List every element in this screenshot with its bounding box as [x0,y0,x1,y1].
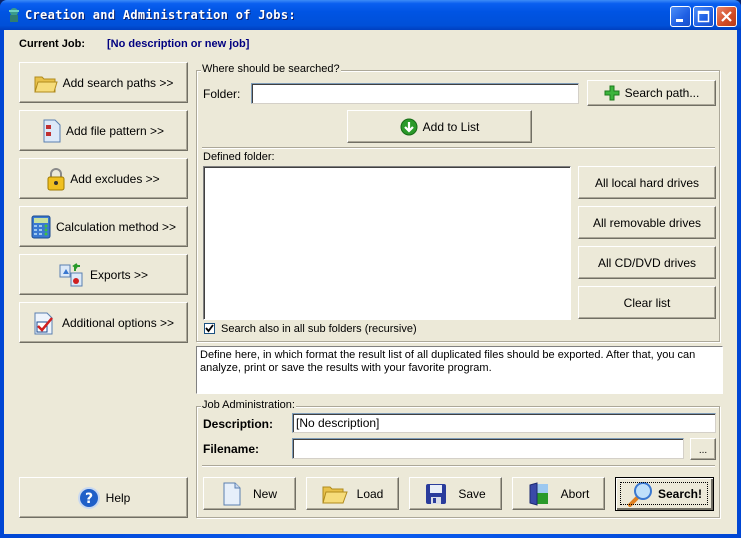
close-icon [721,11,732,22]
app-icon [9,8,19,22]
sidebar-item-label: Add file pattern >> [65,123,165,138]
folder-label: Folder: [203,87,241,101]
defined-folder-list[interactable] [203,166,571,320]
abort-button[interactable]: Abort [512,477,605,510]
lock-icon [47,167,65,190]
sidebar-item-add-search-paths[interactable]: Add search paths >> [19,62,188,103]
calculator-icon [31,215,51,238]
help-label: Help [105,490,131,505]
new-label: New [252,486,277,501]
all-cd-dvd-drives-button[interactable]: All CD/DVD drives [578,246,716,279]
filename-input[interactable] [292,438,684,459]
sidebar-item-add-file-pattern[interactable]: Add file pattern >> [19,110,188,151]
separator [202,147,715,149]
sidebar-item-add-excludes[interactable]: Add excludes >> [19,158,188,199]
file-pattern-icon [43,119,61,142]
job-admin-legend: Job Administration: [201,399,296,411]
sidebar-item-label: Additional options >> [61,315,175,330]
new-button[interactable]: New [203,477,296,510]
button-label: All local hard drives [594,175,700,190]
abort-label: Abort [560,486,590,501]
sidebar-item-additional-options[interactable]: Additional options >> [19,302,188,343]
recursive-checkbox-label: Search also in all sub folders (recursiv… [221,323,417,335]
help-button[interactable]: ? Help [19,477,188,518]
folder-input[interactable] [251,83,579,104]
current-job-value: [No description or new job] [107,38,250,50]
load-button[interactable]: Load [306,477,399,510]
checkmark-icon [205,324,214,333]
save-button[interactable]: Save [409,477,502,510]
add-to-list-button[interactable]: Add to List [347,110,532,143]
folder-open-icon [321,486,348,503]
arrow-down-circle-icon [400,118,418,135]
folder-icon [33,76,58,92]
search-path-label: Search path... [624,86,700,100]
floppy-disk-icon [426,483,447,504]
svg-text:?: ? [85,491,93,507]
export-icon [59,262,83,286]
maximize-icon [697,10,710,23]
save-label: Save [458,486,486,501]
new-file-icon [223,482,241,505]
current-job-label: Current Job: [19,38,85,50]
info-text: Define here, in which format the result … [196,346,723,394]
magnifier-icon [627,482,652,507]
load-label: Load [356,486,384,501]
maximize-button[interactable] [693,6,714,27]
separator [202,465,715,467]
plus-icon [604,85,620,101]
door-icon [529,481,548,506]
all-local-hard-drives-button[interactable]: All local hard drives [578,166,716,199]
button-label: All removable drives [592,215,702,230]
browse-label: ... [698,445,708,456]
filename-label: Filename: [203,442,260,456]
client-area: Current Job: [No description or new job]… [4,30,737,534]
sidebar-item-label: Add search paths >> [62,75,174,90]
description-label: Description: [203,417,274,431]
close-button[interactable] [716,6,737,27]
sidebar-item-label: Add excludes >> [70,171,160,186]
help-icon: ? [77,486,100,509]
browse-button[interactable]: ... [690,438,716,460]
all-removable-drives-button[interactable]: All removable drives [578,206,716,239]
button-label: Clear list [623,295,671,310]
search-path-button[interactable]: Search path... [587,80,716,106]
checklist-icon [34,312,53,334]
defined-folder-label: Defined folder: [203,151,275,163]
search-button[interactable]: Search! [615,477,714,511]
search-label: Search! [657,487,703,501]
sidebar-item-label: Calculation method >> [55,219,177,234]
recursive-checkbox[interactable] [204,323,215,334]
button-label: All CD/DVD drives [597,255,696,270]
minimize-icon [676,19,683,22]
minimize-button[interactable] [670,6,691,27]
clear-list-button[interactable]: Clear list [578,286,716,319]
sidebar-item-label: Exports >> [89,267,149,282]
sidebar-item-exports[interactable]: Exports >> [19,254,188,295]
add-to-list-label: Add to List [422,119,480,134]
title-bar[interactable]: Creation and Administration of Jobs: [0,0,741,30]
job-window: Creation and Administration of Jobs: Cur… [0,0,741,538]
sidebar-item-calculation-method[interactable]: Calculation method >> [19,206,188,247]
window-title: Creation and Administration of Jobs: [25,8,296,22]
search-panel-legend: Where should be searched? [201,63,341,75]
description-input[interactable] [292,413,716,433]
